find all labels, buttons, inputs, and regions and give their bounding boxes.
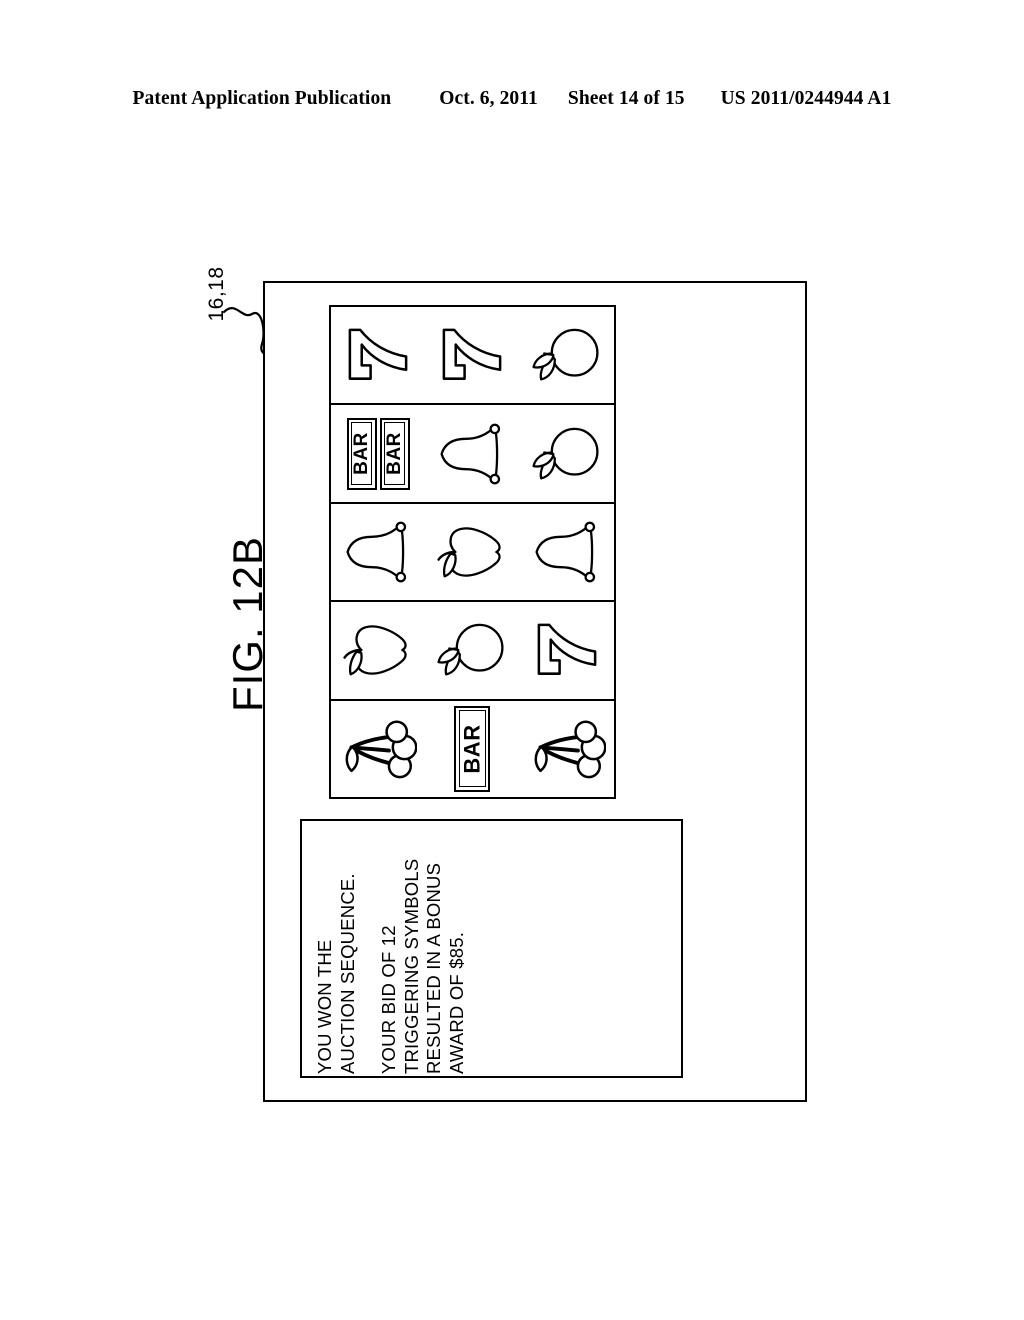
message-line: AWARD OF $85. xyxy=(445,931,467,1074)
message-rotator: YOU WON THE AUCTION SEQUENCE. YOUR BID O… xyxy=(312,824,672,1074)
symbol-orange xyxy=(520,405,614,501)
symbol-seven xyxy=(331,307,425,403)
bar-label: BAR xyxy=(459,724,485,774)
reel-row-5: BAR xyxy=(331,701,614,797)
reel-row-4 xyxy=(331,602,614,701)
bar-label: BAR xyxy=(351,432,373,475)
symbol-orange xyxy=(425,602,519,698)
symbol-bar: BAR xyxy=(425,701,519,797)
message-line: YOUR BID OF 12 xyxy=(377,924,399,1074)
bar-tile-inner: BAR xyxy=(384,422,406,486)
bar-label: BAR xyxy=(384,432,406,475)
message-line: RESULTED IN A BONUS xyxy=(422,862,444,1074)
bar-tile: BAR xyxy=(454,705,491,792)
message-box: YOU WON THE AUCTION SEQUENCE. YOUR BID O… xyxy=(300,819,683,1078)
bar-tile: BAR xyxy=(346,417,377,490)
symbol-seven xyxy=(520,602,614,698)
symbol-seven xyxy=(425,307,519,403)
reel-grid: BAR BAR BAR xyxy=(329,305,616,799)
symbol-orange xyxy=(520,307,614,403)
message-line: TRIGGERING SYMBOLS xyxy=(400,858,422,1074)
double-bar-group: BAR BAR xyxy=(346,417,410,490)
message-line: YOU WON THE xyxy=(313,939,335,1074)
symbol-cherries xyxy=(520,701,614,797)
symbol-bell xyxy=(331,504,425,600)
bar-tile-inner: BAR xyxy=(351,422,373,486)
symbol-bell xyxy=(425,405,519,501)
header-date: Oct. 6, 2011 xyxy=(439,88,538,109)
message-line: AUCTION SEQUENCE. xyxy=(336,872,358,1074)
header-publication: Patent Application Publication xyxy=(132,88,392,109)
symbol-double-bar: BAR BAR xyxy=(331,405,425,501)
message-text: YOU WON THE AUCTION SEQUENCE. YOUR BID O… xyxy=(312,824,672,1074)
symbol-apple xyxy=(425,504,519,600)
reel-row-3 xyxy=(331,504,614,603)
bar-tile-inner: BAR xyxy=(458,710,486,788)
page-header: Patent Application Publication Oct. 6, 2… xyxy=(0,88,1024,110)
symbol-bell xyxy=(520,504,614,600)
symbol-cherries xyxy=(331,701,425,797)
header-patent-number: US 2011/0244944 A1 xyxy=(720,88,892,109)
header-sheet: Sheet 14 of 15 xyxy=(567,88,685,109)
message-line-blank xyxy=(359,824,378,1074)
reel-row-1 xyxy=(331,307,614,406)
reel-row-2: BAR BAR xyxy=(331,405,614,504)
symbol-apple xyxy=(331,602,425,698)
bar-tile: BAR xyxy=(379,417,410,490)
